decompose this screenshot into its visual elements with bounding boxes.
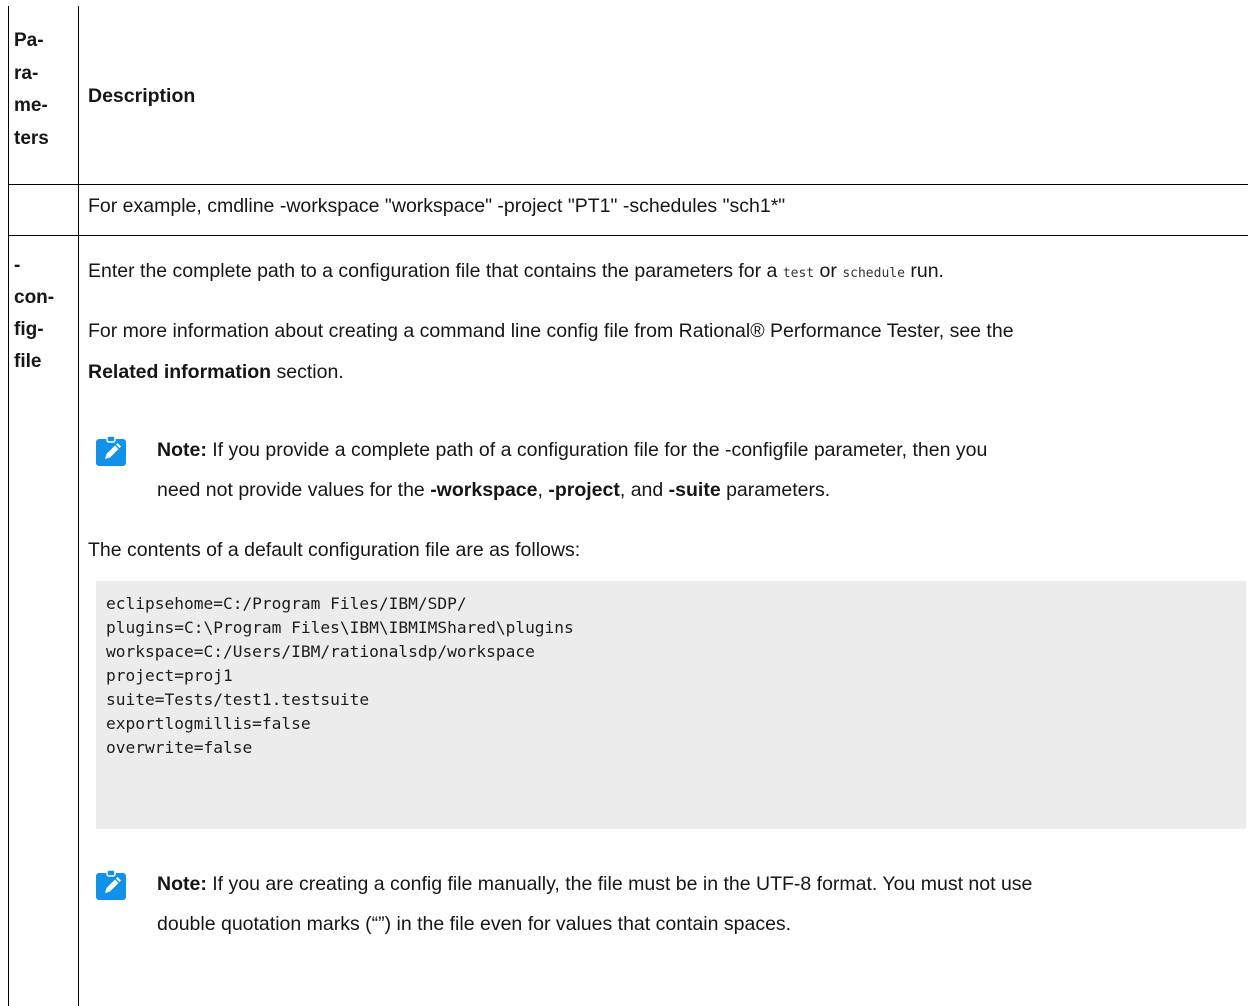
config-code-block: eclipsehome=C:/Program Files/IBM/SDP/ pl… — [96, 581, 1246, 829]
header-parameters: Pa- ra- me- ters — [14, 25, 49, 155]
config-code-text: eclipsehome=C:/Program Files/IBM/SDP/ pl… — [106, 594, 574, 757]
pencil-note-icon — [96, 436, 126, 466]
param-line: con- — [14, 287, 55, 308]
parameters-table: Pa- ra- me- ters Description For example… — [0, 6, 1248, 1006]
header-param-line: me- — [14, 95, 48, 116]
note1-line-1: Note: If you provide a complete path of … — [157, 439, 988, 461]
header-param-line: Pa- — [14, 30, 44, 51]
configfile-paragraph-2-line-1: For more information about creating a co… — [88, 320, 1014, 342]
row1-bottom-border — [8, 235, 1248, 236]
code-schedule: schedule — [842, 266, 905, 281]
note1-line-2: need not provide values for the -workspa… — [157, 479, 831, 501]
header-bottom-border — [8, 184, 1248, 185]
configfile-paragraph-1: Enter the complete path to a configurati… — [88, 260, 944, 282]
pencil-note-icon — [96, 870, 126, 900]
note2-line-1: Note: If you are creating a config file … — [157, 873, 1033, 895]
configfile-paragraph-2-line-2: Related information section. — [88, 361, 344, 383]
configfile-paragraph-3: The contents of a default configuration … — [88, 539, 581, 561]
row1-description: For example, cmdline -workspace "workspa… — [88, 195, 786, 217]
table-column-divider — [78, 6, 79, 1006]
header-description: Description — [88, 85, 196, 107]
param-configfile: - con- fig- file — [14, 250, 54, 378]
code-test: test — [782, 266, 815, 281]
header-param-line: ra- — [14, 62, 39, 84]
related-information-bold: Related information — [88, 361, 272, 383]
param-line: fig- — [14, 319, 44, 340]
param-line: - — [14, 255, 21, 276]
param-line: file — [14, 351, 42, 372]
table-left-border — [8, 6, 9, 1006]
header-param-line: ters — [14, 127, 49, 149]
note2-line-2: double quotation marks (“”) in the file … — [157, 913, 792, 935]
